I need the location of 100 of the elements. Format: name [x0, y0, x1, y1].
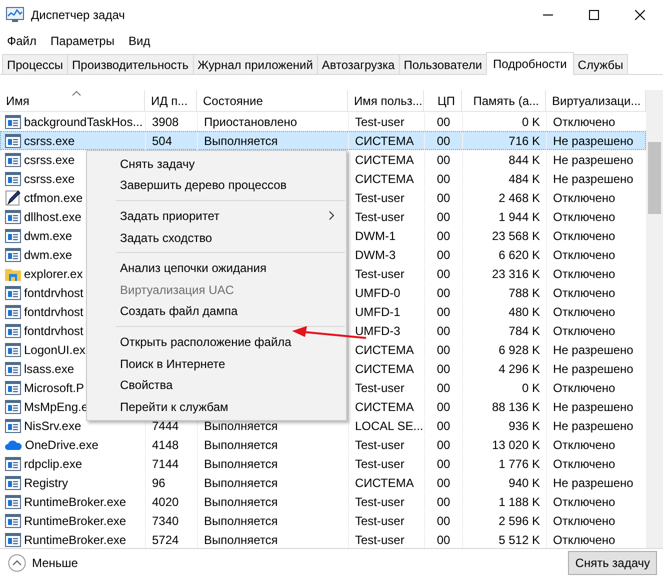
tab[interactable]: Журнал приложений — [192, 54, 318, 74]
user-name: UMFD-1 — [355, 305, 400, 319]
virtualization-status: Отключено — [553, 381, 616, 395]
status-text: Выполняется — [204, 514, 278, 528]
process-name: RuntimeBroker.exe — [24, 494, 126, 511]
menu-item[interactable]: Перейти к службам — [87, 396, 346, 418]
user-name: СИСТЕМА — [355, 476, 414, 490]
menu-item[interactable]: Создать файл дампа — [87, 300, 346, 322]
memory-value: 6 928 K — [498, 343, 540, 357]
user-name: Test-user — [355, 533, 404, 547]
memory-value: 0 K — [522, 115, 540, 129]
end-task-button[interactable]: Снять задачу — [568, 551, 657, 575]
menu-item[interactable]: Параметры — [44, 32, 122, 50]
selected-row[interactable]: csrss.exe 504 Выполняется СИСТЕМА 00 716 K Не разрешено — [0, 131, 646, 150]
user-name: DWM-1 — [355, 229, 396, 243]
tab[interactable]: Пользователи — [398, 54, 488, 74]
user-name: Test-user — [355, 267, 404, 281]
status-text: Выполняется — [204, 134, 278, 148]
cpu-value: 00 — [436, 134, 450, 148]
virtualization-status: Отключено — [553, 457, 616, 471]
process-name: lsass.exe — [24, 361, 74, 378]
user-name: DWM-3 — [355, 248, 396, 262]
cpu-value: 00 — [436, 324, 450, 338]
pid-text: 4020 — [152, 495, 179, 509]
process-name: ctfmon.exe — [24, 190, 83, 207]
virtualization-status: Не разрешено — [553, 400, 634, 414]
pid-text: 4148 — [152, 438, 179, 452]
column-header[interactable]: Имя — [0, 90, 145, 112]
memory-value: 936 K — [508, 419, 540, 433]
process-name: dwm.exe — [24, 228, 72, 245]
memory-value: 716 K — [508, 134, 540, 148]
virtualization-status: Отключено — [553, 533, 616, 547]
virtualization-status: Не разрешено — [553, 343, 634, 357]
user-name: СИСТЕМА — [355, 362, 414, 376]
memory-value: 4 296 K — [498, 362, 540, 376]
menu-item[interactable]: Задать приоритет — [87, 205, 346, 227]
virtualization-status: Отключено — [553, 267, 616, 281]
memory-value: 484 K — [508, 172, 540, 186]
virtualization-status: Отключено — [553, 305, 616, 319]
column-header[interactable]: Имя польз... — [348, 90, 424, 112]
process-name: csrss.exe — [24, 171, 75, 188]
memory-value: 844 K — [508, 153, 540, 167]
memory-value: 5 512 K — [498, 533, 540, 547]
menu-item[interactable]: Поиск в Интернете — [87, 352, 346, 374]
tab[interactable]: Подробности — [486, 52, 574, 75]
pid-text: 7340 — [152, 514, 179, 528]
process-name: NisSrv.exe — [24, 418, 82, 435]
process-name: fontdrvhost — [24, 323, 84, 340]
table-row[interactable]: RuntimeBroker.exe 5724 Выполняется Test-user 00 5 512 K Отключено — [0, 530, 646, 548]
column-header[interactable]: Память (а... — [462, 90, 546, 112]
menu-item[interactable]: Снять задачу — [87, 153, 346, 175]
cpu-value: 00 — [436, 191, 450, 205]
tab[interactable]: Автозагрузка — [316, 54, 400, 74]
process-name: RuntimeBroker.exe — [24, 513, 126, 530]
process-name: MsMpEng.e — [24, 399, 88, 416]
cpu-value: 00 — [436, 115, 450, 129]
user-name: UMFD-3 — [355, 324, 400, 338]
scrollbar[interactable] — [646, 90, 663, 548]
cpu-value: 00 — [436, 495, 450, 509]
cpu-value: 00 — [436, 438, 450, 452]
virtualization-status: Не разрешено — [553, 476, 634, 490]
column-header[interactable]: Состояние — [197, 90, 348, 112]
cpu-value: 00 — [436, 514, 450, 528]
scrollbar-thumb[interactable] — [648, 142, 661, 214]
process-name: fontdrvhost — [24, 285, 84, 302]
cpu-value: 00 — [436, 381, 450, 395]
memory-value: 1 944 K — [498, 210, 540, 224]
cpu-value: 00 — [436, 457, 450, 471]
virtualization-status: Не разрешено — [553, 134, 634, 148]
memory-value: 6 620 K — [498, 248, 540, 262]
process-name: explorer.ex — [24, 266, 83, 283]
memory-value: 480 K — [508, 305, 540, 319]
cpu-value: 00 — [436, 419, 450, 433]
cpu-value: 00 — [436, 400, 450, 414]
tab[interactable]: Службы — [572, 54, 628, 74]
pid-text: 504 — [152, 134, 172, 148]
user-name: LOCAL SE... — [355, 419, 424, 433]
memory-value: 23 316 K — [492, 267, 540, 281]
virtualization-status: Отключено — [553, 248, 616, 262]
virtualization-status: Отключено — [553, 495, 616, 509]
pid-text: 5724 — [152, 533, 179, 547]
memory-value: 784 K — [508, 324, 540, 338]
memory-value: 1 776 K — [498, 457, 540, 471]
user-name: СИСТЕМА — [355, 400, 414, 414]
menu-item[interactable]: Файл — [0, 32, 44, 50]
virtualization-status: Отключено — [553, 229, 616, 243]
user-name: UMFD-0 — [355, 286, 400, 300]
process-name: backgroundTaskHos... — [24, 114, 143, 131]
menu-item[interactable]: Вид — [121, 32, 158, 50]
cpu-value: 00 — [436, 153, 450, 167]
menu-item[interactable]: Свойства — [87, 374, 346, 396]
tab[interactable]: Производительность — [67, 54, 194, 74]
process-name: Microsoft.P — [24, 380, 84, 397]
column-header[interactable]: ЦП — [424, 90, 462, 112]
column-header[interactable]: ИД п... — [145, 90, 197, 112]
memory-value: 940 K — [508, 476, 540, 490]
process-name: dwm.exe — [24, 247, 72, 264]
user-name: Test-user — [355, 191, 404, 205]
collapse-toggle[interactable]: Меньше — [8, 554, 78, 572]
tab[interactable]: Процессы — [2, 54, 68, 74]
